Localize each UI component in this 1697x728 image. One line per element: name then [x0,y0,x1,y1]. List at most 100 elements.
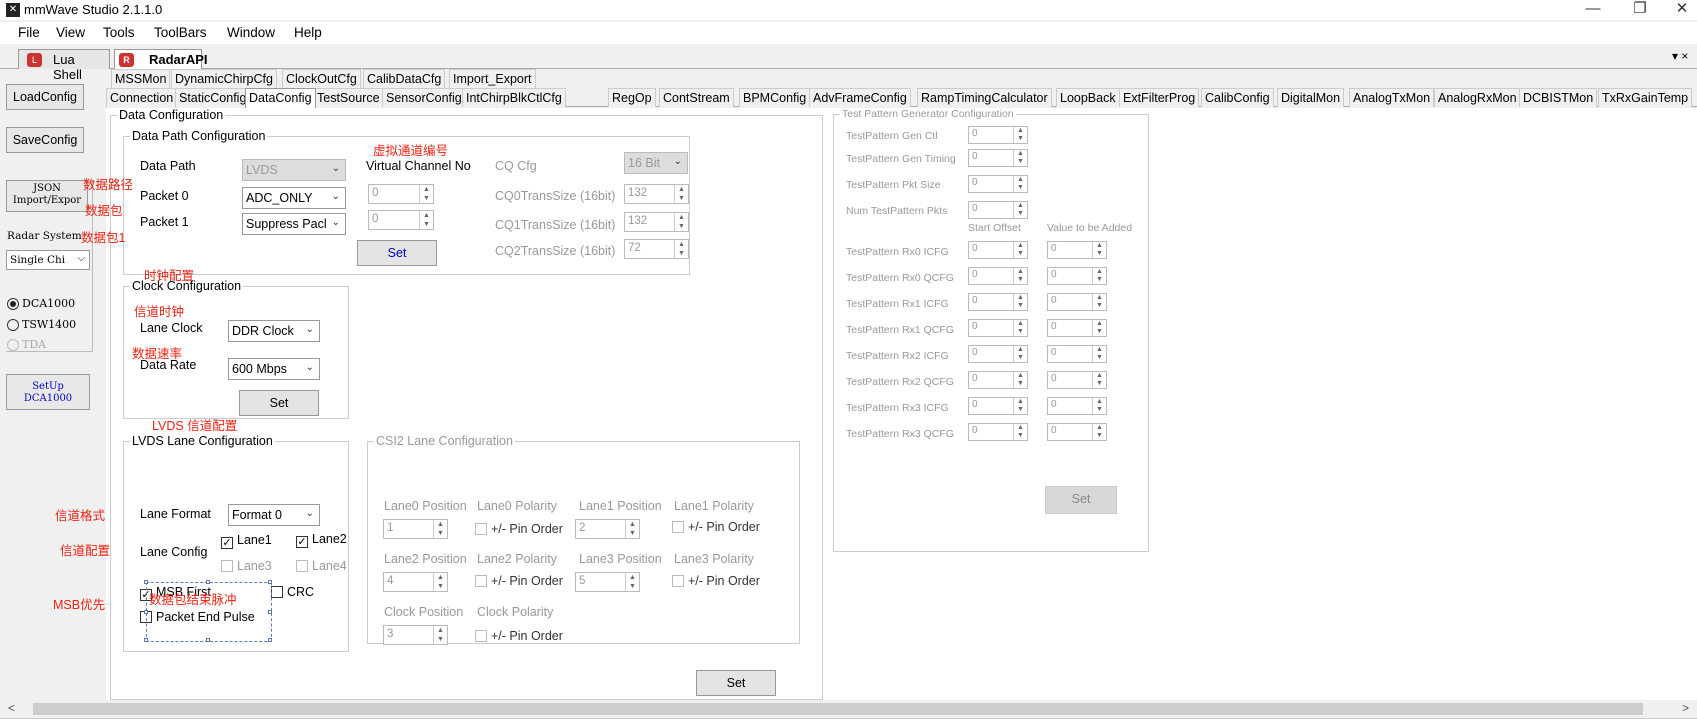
tab-digitalmon[interactable]: DigitalMon [1277,88,1345,107]
restore-button[interactable]: ❐ [1625,0,1655,20]
lane-format-select[interactable]: Format 0 ⌄ [228,504,320,526]
data-rate-select[interactable]: 600 Mbps ⌄ [228,358,320,380]
tab-dynamicchirpcfg[interactable]: DynamicChirpCfg [171,69,277,88]
tab-analogtxmon[interactable]: AnalogTxMon [1349,88,1435,107]
lane0-position-label: Lane0 Position [384,499,467,513]
tab-intchirpblkctlcfg[interactable]: IntChirpBlkCtlCfg [462,88,566,107]
tab-txrxgaintemp[interactable]: TxRxGainTemp [1598,88,1693,107]
lane-clock-select[interactable]: DDR Clock ⌄ [228,320,320,342]
spinner-arrows-icon: ▲ ▼ [674,240,688,258]
tab-overflow-icon[interactable]: ▾ × [1672,49,1688,63]
cq0-spinner: 132 ▲ ▼ [624,184,689,204]
tab-clockoutcfg[interactable]: ClockOutCfg [282,69,361,88]
load-config-button[interactable]: LoadConfig [6,84,84,110]
tab-radarapi[interactable]: R RadarAPI [114,49,208,69]
tsw1400-label: TSW1400 [22,318,77,331]
tab-connection[interactable]: Connection [106,88,178,107]
resize-handle[interactable] [206,580,210,584]
menu-help[interactable]: Help [294,25,322,40]
lane3-position-spinner: 5 ▲ ▼ [575,572,640,592]
window-title: mmWave Studio 2.1.1.0 [24,2,163,17]
resize-handle[interactable] [144,638,148,642]
resize-handle[interactable] [268,610,272,614]
lane3-pin-order-checkbox: +/- Pin Order [672,574,760,588]
tab-dataconfig[interactable]: DataConfig [245,88,316,108]
resize-handle[interactable] [144,610,148,614]
menu-window[interactable]: Window [227,25,275,40]
tab-mssmon[interactable]: MSSMon [111,69,171,88]
tab-contstream[interactable]: ContStream [659,88,734,107]
radio-icon [7,319,19,331]
packet1-select[interactable]: Suppress Pacl ⌄ [242,213,346,235]
tab-sensorconfig[interactable]: SensorConfig [382,88,466,107]
clock-set-button[interactable]: Set [239,390,319,416]
scroll-right-icon[interactable]: > [1682,701,1689,715]
tab-calibdatacfg[interactable]: CalibDataCfg [363,69,446,88]
data-path-set-button[interactable]: Set [357,240,437,266]
tab-lua-shell[interactable]: L Lua Shell [18,49,110,82]
spinner-arrows-icon: ▲ ▼ [674,213,688,231]
resize-handle[interactable] [268,638,272,642]
menu-toolbars[interactable]: ToolBars [154,25,207,40]
spinner-arrows-icon: ▲ ▼ [1092,268,1106,284]
tab-extfilterprog[interactable]: ExtFilterProg [1119,88,1200,107]
scroll-thumb[interactable] [33,703,1643,715]
crc-checkbox[interactable]: CRC [271,585,314,599]
horizontal-scrollbar[interactable]: < > [0,700,1697,718]
tab-testsource[interactable]: TestSource [313,88,384,107]
json-import-export-button[interactable]: JSON Import/Expor [6,180,88,212]
cq2-value: 72 [628,242,641,254]
lane1-position-spinner: 2 ▲ ▼ [575,519,640,539]
tp-start-offset-spinner-value: 0 [972,243,978,254]
resize-handle[interactable] [268,580,272,584]
menu-tools[interactable]: Tools [103,25,135,40]
lane3-polarity-label: Lane3 Polarity [674,552,754,566]
checkbox-icon [475,575,487,587]
tab-regop[interactable]: RegOp [608,88,656,107]
tp-start-offset-spinner: 0 ▲ ▼ [968,293,1028,311]
tab-ramptimingcalculator[interactable]: RampTimingCalculator [917,88,1052,107]
tab-import-export[interactable]: Import_Export [449,69,536,88]
minimize-button[interactable]: — [1578,0,1608,20]
tab-calibconfig[interactable]: CalibConfig [1201,88,1274,107]
document-tabs: L Lua Shell R RadarAPI ▾ × [0,47,1697,82]
json-label-2: Import/Expor [12,195,82,206]
tab-staticconfig[interactable]: StaticConfig [175,88,251,107]
json-label: JSON [33,183,61,194]
tab-bpmconfig[interactable]: BPMConfig [739,88,811,107]
tab-dcbistmon[interactable]: DCBISTMon [1519,88,1598,107]
radar-system-select[interactable]: Single Chi ⌵ [6,250,90,270]
lane3-position-label: Lane3 Position [579,552,662,566]
tab-analogrxmon[interactable]: AnalogRxMon [1434,88,1521,107]
scroll-left-icon[interactable]: < [8,701,15,715]
tp-gen-timing-spinner-value: 0 [972,151,978,162]
radar-system-value: Single Chi [10,254,66,266]
close-button[interactable]: ✕ [1667,0,1697,20]
tsw1400-radio[interactable]: TSW1400 [7,318,76,331]
setup-dca1000-button[interactable]: SetUp DCA1000 [6,374,90,410]
text-annotation-box[interactable]: 数据包结束脉冲 [144,580,272,642]
packet0-select[interactable]: ADC_ONLY ⌄ [242,187,346,209]
save-config-button[interactable]: SaveConfig [6,127,84,153]
csi2-set-button[interactable]: Set [696,670,776,696]
tab-advframeconfig[interactable]: AdvFrameConfig [809,88,911,107]
spinner-arrows-icon: ▲ ▼ [1013,424,1027,440]
checkbox-icon [271,586,283,598]
annotation-msb-first: MSB优先 [53,598,106,612]
resize-handle[interactable] [144,580,148,584]
lane2-checkbox[interactable]: ✓ Lane2 [296,532,347,548]
checkbox-icon [475,630,487,642]
resize-handle[interactable] [206,638,210,642]
tab-loopback[interactable]: LoopBack [1056,88,1120,107]
checkmark-icon: ✓ [221,537,233,549]
tp-value-added-spinner: 0 ▲ ▼ [1047,371,1107,389]
annotation-packet-end[interactable]: 数据包结束脉冲 [149,589,237,608]
dca1000-radio[interactable]: DCA1000 [7,297,75,310]
lane1-checkbox[interactable]: ✓ Lane1 [221,533,272,549]
menu-file[interactable]: File [18,25,40,40]
menu-view[interactable]: View [56,25,85,40]
packet0-vc-value: 0 [372,187,379,199]
lane-format-value: Format 0 [232,508,283,522]
tp-gen-timing-spinner: 0 ▲ ▼ [968,149,1028,167]
radar-system-label: Radar System [7,230,82,242]
